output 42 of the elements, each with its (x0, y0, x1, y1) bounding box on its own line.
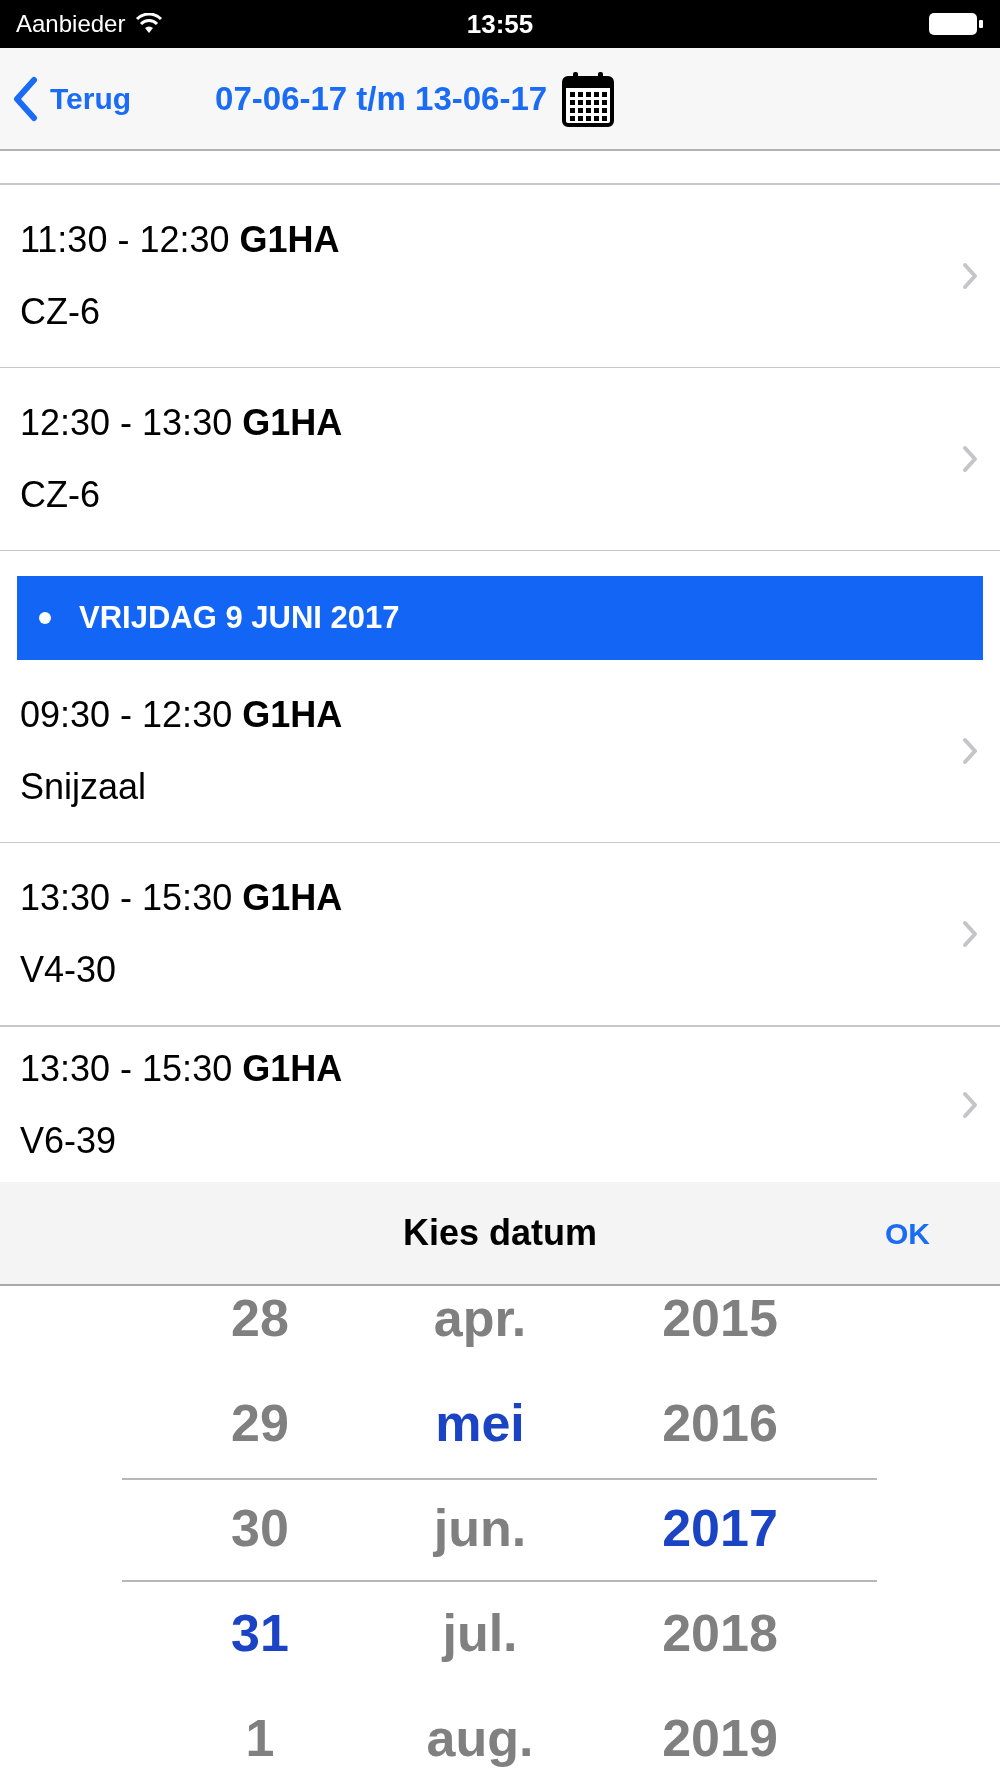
calendar-icon[interactable] (561, 69, 616, 128)
picker-option[interactable]: 2018 (620, 1580, 820, 1685)
event-time: 13:30 - 15:30 G1HA (20, 1047, 344, 1090)
event-time: 11:30 - 12:30 G1HA (20, 219, 341, 261)
picker-option[interactable]: 2017 (620, 1475, 820, 1580)
picker-option[interactable]: jul. (380, 1580, 580, 1685)
event-location: V6-39 (20, 1119, 118, 1162)
event-location: CZ-6 (20, 291, 101, 333)
event-location: Snijzaal (20, 766, 148, 808)
back-button[interactable]: Terug (0, 75, 132, 122)
event-location: V4-30 (20, 949, 118, 991)
picker-option[interactable]: 2016 (620, 1370, 820, 1475)
battery-icon (928, 12, 984, 36)
day-label: VRIJDAG 9 JUNI 2017 (79, 598, 400, 637)
chevron-right-icon (962, 920, 978, 948)
chevron-right-icon (962, 737, 978, 765)
back-chevron-icon (12, 75, 38, 122)
picker-title: Kies datum (402, 1211, 597, 1255)
picker-option[interactable]: jun. (380, 1475, 580, 1580)
picker-option[interactable]: 28 (180, 1286, 340, 1370)
picker-option[interactable]: 2019 (620, 1685, 820, 1778)
picker-option[interactable]: 31 (180, 1580, 340, 1685)
picker-option[interactable]: apr. (380, 1286, 580, 1370)
chevron-right-icon (962, 445, 978, 473)
carrier-name: Aanbieder (16, 9, 126, 39)
picker-option[interactable]: aug. (380, 1685, 580, 1778)
chevron-right-icon (962, 1090, 978, 1119)
picker-option[interactable]: 29 (180, 1370, 340, 1475)
event-time: 12:30 - 13:30 G1HA (20, 402, 344, 444)
wifi-icon (135, 13, 164, 35)
status-time: 13:55 (466, 7, 534, 41)
event-time: 09:30 - 12:30 G1HA (20, 694, 344, 736)
picker-option[interactable]: mei (380, 1370, 580, 1475)
date-range-title: 07-06-17 t/m 13-06-17 (215, 78, 548, 119)
ok-button[interactable]: OK (885, 1210, 930, 1256)
event-time: 13:30 - 15:30 G1HA (20, 877, 344, 919)
picker-option[interactable]: 2015 (620, 1286, 820, 1370)
bullet-icon (39, 612, 51, 624)
chevron-right-icon (962, 262, 978, 290)
event-location: CZ-6 (20, 474, 101, 516)
picker-option[interactable]: 30 (180, 1475, 340, 1580)
picker-option[interactable]: 1 (180, 1685, 340, 1778)
